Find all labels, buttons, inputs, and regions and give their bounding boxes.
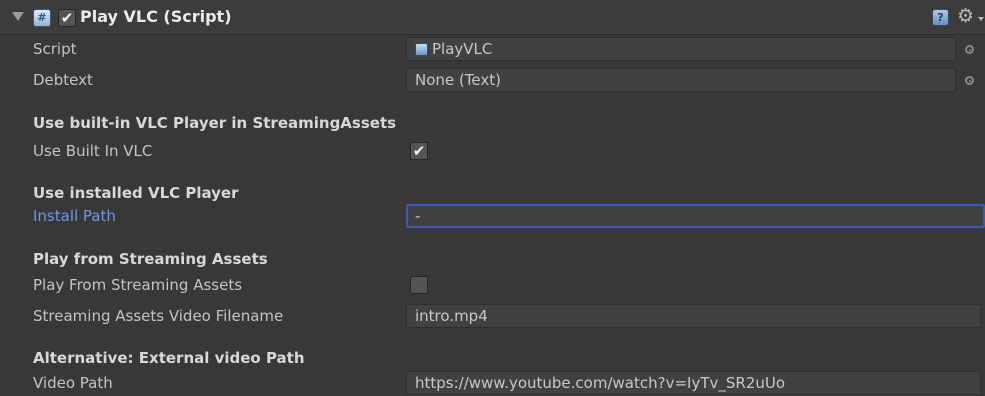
video-path-value: https://www.youtube.com/watch?v=IyTv_SR2…: [415, 374, 786, 392]
section-header-external: Alternative: External video Path: [33, 349, 305, 367]
debtext-object-picker-icon[interactable]: [965, 76, 974, 85]
help-icon[interactable]: ?: [932, 9, 949, 26]
install-path-input[interactable]: -: [406, 204, 985, 228]
use-built-in-vlc-checkbox[interactable]: ✔: [410, 142, 428, 160]
gear-icon[interactable]: ⚙: [957, 4, 974, 28]
use-built-in-vlc-label: Use Built In VLC: [33, 142, 153, 160]
component-enabled-checkbox[interactable]: ✔: [58, 9, 76, 27]
section-header-installed: Use installed VLC Player: [33, 184, 239, 202]
play-from-streaming-assets-checkbox[interactable]: [410, 276, 428, 294]
streaming-assets-video-filename-input[interactable]: intro.mp4: [406, 304, 981, 328]
script-label: Script: [33, 40, 77, 58]
component-header: # ✔ Play VLC (Script) ? ⚙: [0, 0, 985, 35]
section-header-streaming: Play from Streaming Assets: [33, 250, 268, 268]
script-object-field[interactable]: PlayVLC: [406, 37, 956, 61]
streaming-assets-video-filename-value: intro.mp4: [415, 307, 488, 325]
script-object-picker-icon[interactable]: [965, 45, 974, 54]
debtext-label: Debtext: [33, 71, 93, 89]
component-title: Play VLC (Script): [80, 7, 232, 26]
debtext-value: None (Text): [415, 71, 501, 89]
streaming-assets-video-filename-label: Streaming Assets Video Filename: [33, 307, 284, 325]
debtext-object-field[interactable]: None (Text): [406, 68, 956, 92]
script-icon: #: [33, 9, 51, 27]
foldout-arrow-icon[interactable]: [12, 12, 24, 21]
section-header-built-in: Use built-in VLC Player in StreamingAsse…: [33, 114, 397, 132]
video-path-label: Video Path: [33, 374, 113, 392]
play-from-streaming-assets-label: Play From Streaming Assets: [33, 276, 243, 294]
gear-dropdown-caret-icon[interactable]: [978, 17, 984, 21]
install-path-value: -: [415, 207, 421, 225]
install-path-label: Install Path: [33, 207, 116, 225]
script-asset-icon: [415, 43, 428, 56]
video-path-input[interactable]: https://www.youtube.com/watch?v=IyTv_SR2…: [406, 371, 981, 395]
script-value: PlayVLC: [432, 40, 493, 58]
